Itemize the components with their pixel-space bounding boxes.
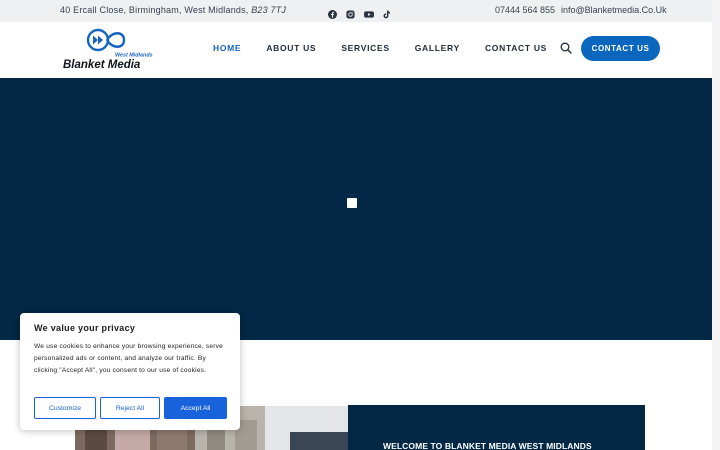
brand-tagline: West Midlands: [115, 53, 153, 59]
contact-us-button[interactable]: CONTACT US: [581, 36, 660, 61]
customize-button[interactable]: Customize: [34, 397, 96, 419]
facebook-icon[interactable]: [328, 6, 337, 19]
loading-square-icon: [347, 198, 357, 208]
phone-link[interactable]: 07444 564 855: [495, 5, 555, 15]
reject-all-button[interactable]: Reject All: [100, 397, 160, 419]
main-nav: HOME ABOUT US SERVICES GALLERY CONTACT U…: [213, 43, 547, 53]
search-icon[interactable]: [560, 41, 572, 54]
nav-item-gallery[interactable]: GALLERY: [415, 43, 460, 53]
social-links: [328, 6, 391, 19]
nav-item-home[interactable]: HOME: [213, 43, 241, 53]
accept-all-button[interactable]: Accept All: [164, 397, 227, 419]
address-text: 40 Ercall Close, Birmingham, West Midlan…: [60, 5, 287, 15]
welcome-panel: WELCOME TO BLANKET MEDIA WEST MIDLANDS: [348, 405, 645, 450]
youtube-icon[interactable]: [364, 6, 374, 18]
nav-item-contact-us[interactable]: CONTACT US: [485, 43, 547, 53]
instagram-icon[interactable]: [346, 6, 355, 19]
brand-logo[interactable]: West Midlands Blanket Media: [62, 28, 162, 72]
cookie-consent-dialog: We value your privacy We use cookies to …: [20, 313, 240, 430]
welcome-title: WELCOME TO BLANKET MEDIA WEST MIDLANDS: [383, 441, 592, 450]
scrollbar[interactable]: [712, 0, 720, 450]
brand-name: Blanket Media: [63, 59, 141, 71]
nav-item-about-us[interactable]: ABOUT US: [266, 43, 316, 53]
top-info-bar: 40 Ercall Close, Birmingham, West Midlan…: [0, 0, 712, 22]
cookie-title: We value your privacy: [34, 323, 136, 333]
postcode-text: B23 7TJ: [251, 5, 287, 15]
site-header: West Midlands Blanket Media HOME ABOUT U…: [0, 22, 712, 78]
tiktok-icon[interactable]: [382, 6, 391, 19]
hero-banner: [0, 78, 712, 340]
cookie-description: We use cookies to enhance your browsing …: [34, 343, 224, 374]
nav-item-services[interactable]: SERVICES: [341, 43, 389, 53]
email-link[interactable]: info@Blanketmedia.Co.Uk: [561, 5, 667, 15]
